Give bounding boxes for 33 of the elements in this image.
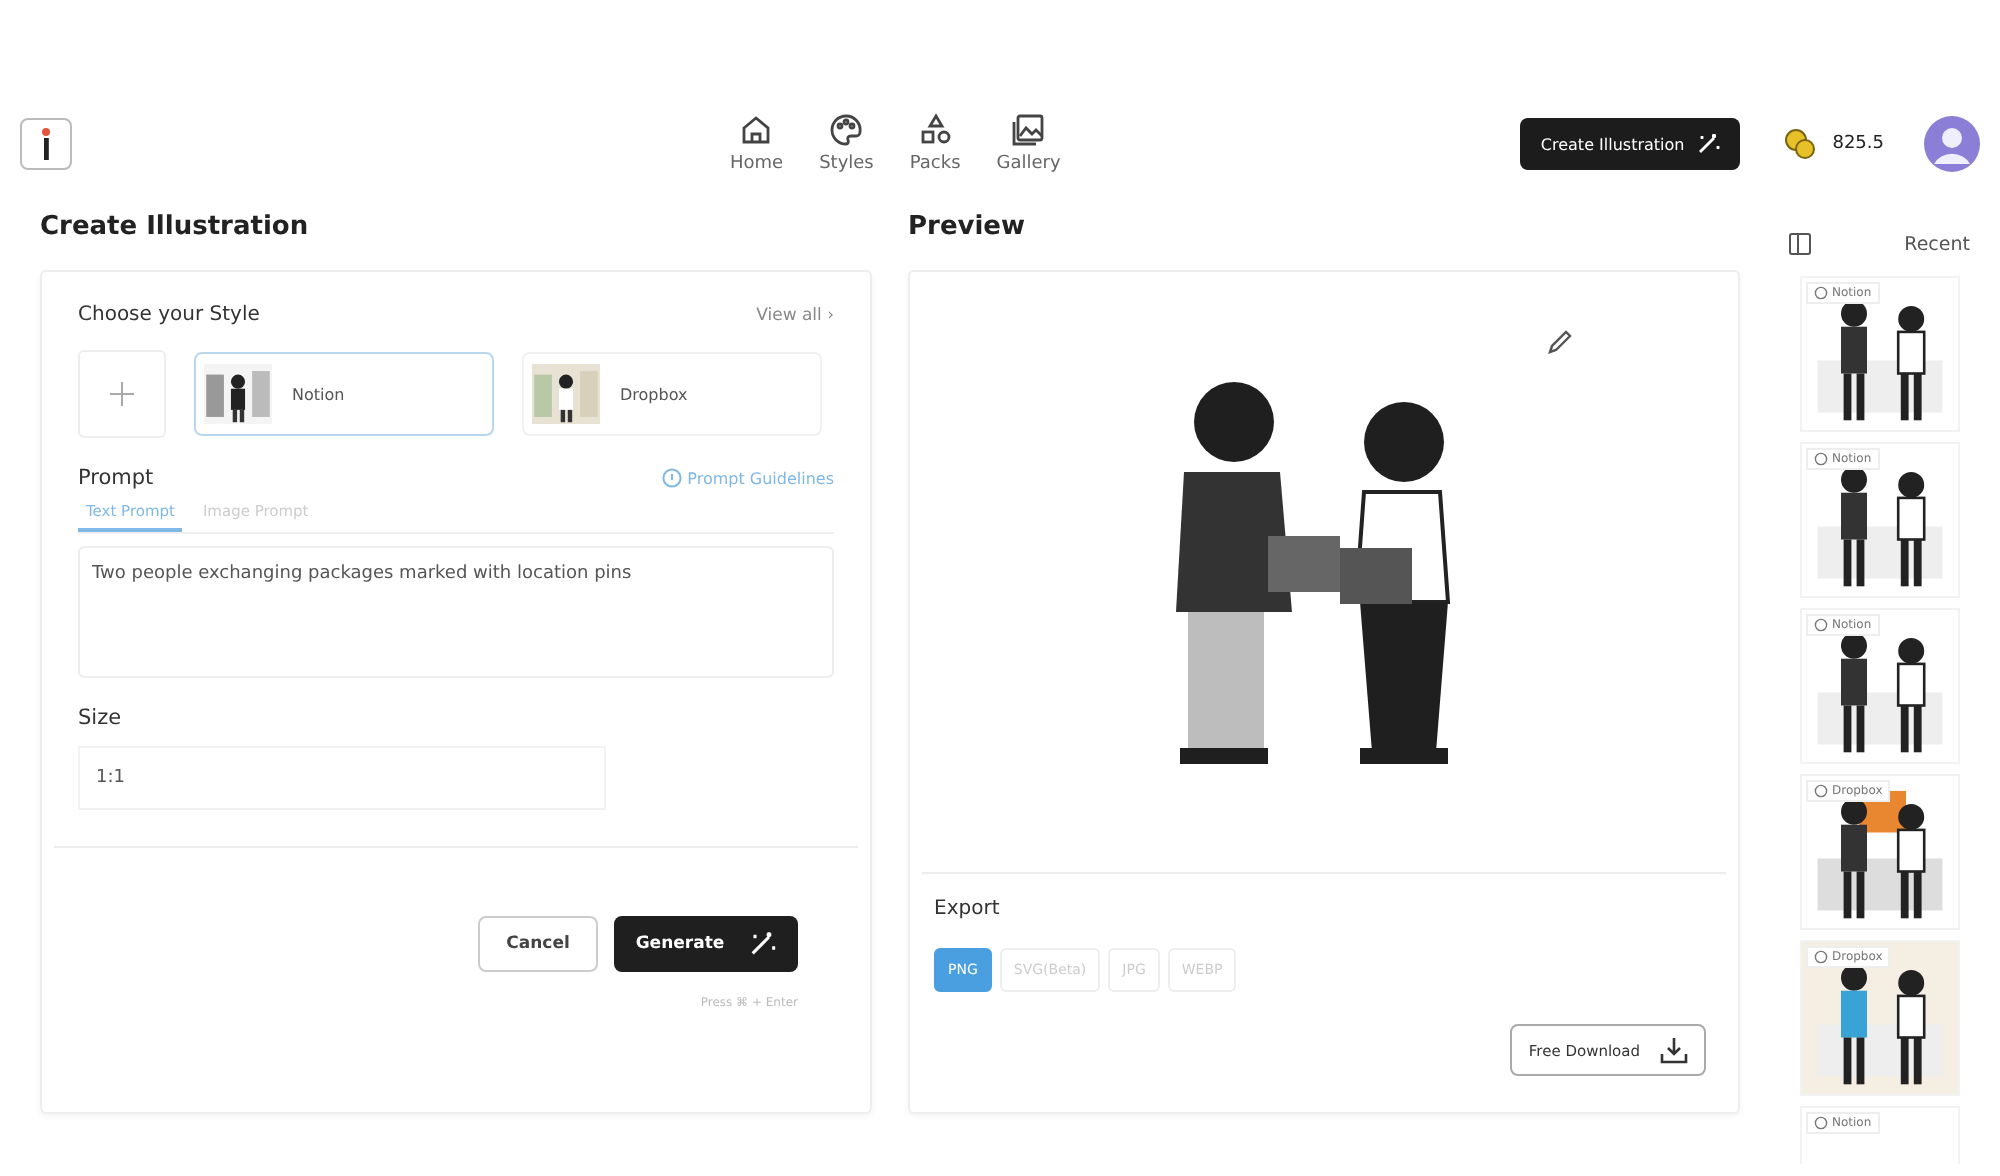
style-option[interactable]: Dropbox (522, 352, 822, 436)
prompt-field[interactable]: Two people exchanging packages marked with location pins (78, 546, 834, 678)
prompt-label: Prompt (78, 466, 154, 490)
home-icon (738, 112, 775, 148)
cancel-button[interactable]: Cancel (478, 916, 598, 972)
size-select[interactable]: 1:1 (78, 746, 606, 810)
export-label: Export (934, 898, 1002, 920)
view-all-link[interactable]: View all › (756, 305, 834, 325)
app-logo[interactable] (20, 118, 72, 170)
create-illustration-button[interactable]: Create Illustration (1520, 118, 1741, 170)
avatar[interactable] (1924, 116, 1980, 172)
coins-icon (1784, 128, 1817, 160)
magic-wand-icon (1696, 132, 1721, 156)
nav-item[interactable]: Packs (909, 112, 961, 174)
section-title: Preview (908, 212, 1028, 242)
section-title: Create Illustration (40, 212, 311, 242)
pencil-icon[interactable] (1546, 328, 1574, 356)
style-option[interactable]: Notion (194, 352, 494, 436)
shapes-icon (917, 112, 954, 148)
style-label: Choose your Style (78, 304, 260, 326)
plus-icon (110, 382, 134, 406)
download-icon (1660, 1036, 1688, 1064)
size-label: Size (78, 706, 124, 730)
nav-item[interactable]: Styles (819, 112, 874, 174)
info-icon (661, 468, 682, 488)
generate-button[interactable]: Generate (614, 916, 798, 972)
panel-icon[interactable] (1788, 232, 1812, 256)
credit-balance: 825.5 (1832, 134, 1884, 154)
nav-item[interactable]: Gallery (996, 112, 1061, 174)
images-icon (1010, 112, 1047, 148)
magic-wand-icon (748, 930, 777, 958)
recent-title: Recent (1904, 233, 1970, 255)
nav-item[interactable]: Home (730, 112, 784, 174)
